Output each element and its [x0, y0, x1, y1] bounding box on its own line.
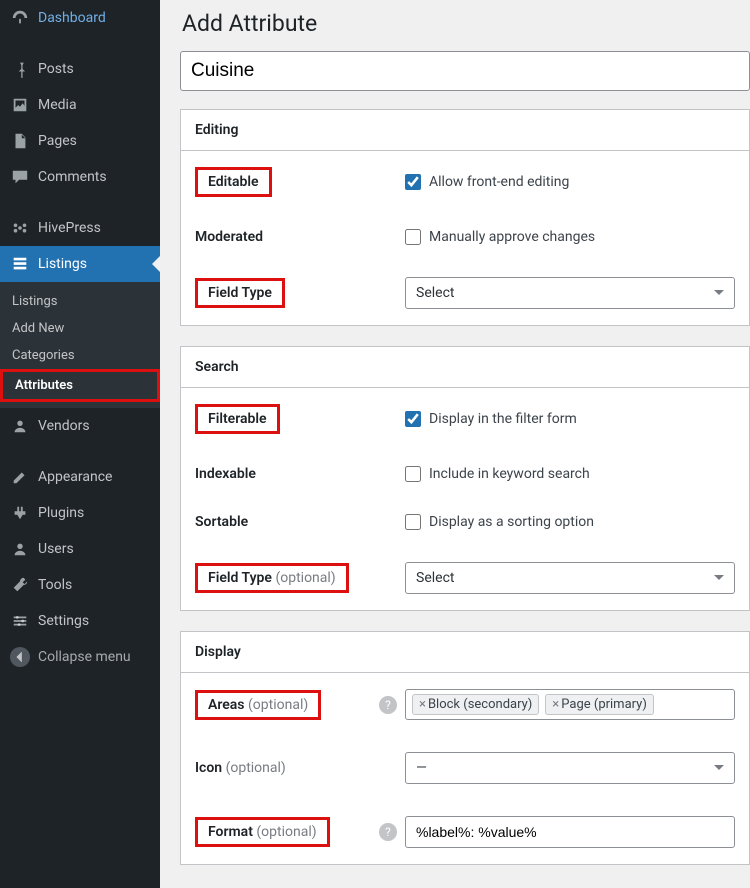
sidebar-item-label: Comments: [38, 169, 107, 185]
pages-icon: [10, 131, 30, 151]
collapse-icon: [10, 647, 30, 667]
submenu-item-add-new[interactable]: Add New: [0, 315, 160, 342]
editable-checkbox[interactable]: [405, 174, 421, 190]
display-panel-title: Display: [181, 632, 749, 673]
search-panel: Search Filterable Display in the filter …: [180, 346, 750, 611]
sidebar-item-settings[interactable]: Settings: [0, 603, 160, 639]
areas-optional: (optional): [248, 697, 308, 713]
sidebar-item-label: HivePress: [38, 220, 101, 236]
comment-icon: [10, 167, 30, 187]
sidebar-item-vendors[interactable]: Vendors: [0, 408, 160, 444]
search-fieldtype-select[interactable]: Select: [405, 562, 735, 594]
pin-icon: [10, 59, 30, 79]
sortable-label: Sortable: [195, 514, 248, 530]
search-panel-title: Search: [181, 347, 749, 388]
listings-icon: [10, 254, 30, 274]
icon-optional: (optional): [226, 760, 286, 776]
indexable-label: Indexable: [195, 466, 256, 482]
tag-remove-icon[interactable]: ×: [419, 697, 426, 712]
sidebar-item-users[interactable]: Users: [0, 531, 160, 567]
indexable-checkbox[interactable]: [405, 466, 421, 482]
format-label: Format: [208, 824, 253, 840]
main-content: Add Attribute Editing Editable Allow fro…: [160, 0, 750, 888]
filterable-checkbox-label: Display in the filter form: [429, 411, 577, 427]
sidebar-item-posts[interactable]: Posts: [0, 51, 160, 87]
tools-icon: [10, 575, 30, 595]
sidebar-item-pages[interactable]: Pages: [0, 123, 160, 159]
sidebar-item-hivepress[interactable]: HivePress: [0, 210, 160, 246]
display-panel: Display Areas (optional) ? ×Block (secon…: [180, 631, 750, 865]
media-icon: [10, 95, 30, 115]
sidebar-item-label: Tools: [38, 577, 72, 593]
sidebar-item-label: Media: [38, 97, 77, 113]
format-optional: (optional): [256, 824, 316, 840]
editing-fieldtype-label: Field Type: [208, 285, 272, 301]
submenu-item-attributes[interactable]: Attributes: [3, 372, 157, 399]
hivepress-icon: [10, 218, 30, 238]
attribute-name-input[interactable]: [180, 51, 750, 91]
filterable-label: Filterable: [208, 411, 267, 427]
plugins-icon: [10, 503, 30, 523]
sortable-checkbox[interactable]: [405, 514, 421, 530]
search-fieldtype-optional: (optional): [275, 570, 335, 586]
editing-panel-title: Editing: [181, 110, 749, 151]
dashboard-icon: [10, 8, 30, 28]
admin-sidebar: Dashboard Posts Media Pages Comments HivePres…: [0, 0, 160, 888]
tag-remove-icon[interactable]: ×: [552, 697, 559, 712]
sidebar-item-dashboard[interactable]: Dashboard: [0, 0, 160, 36]
sidebar-item-label: Settings: [38, 613, 89, 629]
sidebar-item-appearance[interactable]: Appearance: [0, 459, 160, 495]
vendors-icon: [10, 416, 30, 436]
search-fieldtype-label: Field Type: [208, 570, 272, 586]
moderated-label: Moderated: [195, 229, 263, 245]
submenu-item-categories[interactable]: Categories: [0, 342, 160, 369]
sidebar-item-label: Vendors: [38, 418, 90, 434]
users-icon: [10, 539, 30, 559]
editing-panel: Editing Editable Allow front-end editing…: [180, 109, 750, 326]
settings-icon: [10, 611, 30, 631]
area-tag[interactable]: ×Page (primary): [545, 694, 654, 715]
indexable-checkbox-label: Include in keyword search: [429, 466, 590, 482]
sidebar-item-listings[interactable]: Listings: [0, 246, 160, 282]
editable-label: Editable: [208, 174, 259, 190]
collapse-menu-label: Collapse menu: [38, 649, 131, 665]
moderated-checkbox-label: Manually approve changes: [429, 229, 595, 245]
editing-fieldtype-select[interactable]: Select: [405, 277, 735, 309]
sidebar-item-plugins[interactable]: Plugins: [0, 495, 160, 531]
sidebar-item-label: Dashboard: [38, 10, 106, 26]
collapse-menu-button[interactable]: Collapse menu: [0, 639, 160, 675]
page-title: Add Attribute: [182, 10, 750, 37]
sidebar-item-label: Plugins: [38, 505, 84, 521]
icon-select[interactable]: —: [405, 752, 735, 784]
filterable-checkbox[interactable]: [405, 411, 421, 427]
format-input[interactable]: [405, 816, 735, 848]
sidebar-item-media[interactable]: Media: [0, 87, 160, 123]
icon-label: Icon: [195, 760, 222, 776]
sortable-checkbox-label: Display as a sorting option: [429, 514, 594, 530]
sidebar-item-label: Users: [38, 541, 74, 557]
sidebar-item-label: Posts: [38, 61, 74, 77]
submenu-item-listings[interactable]: Listings: [0, 288, 160, 315]
sidebar-item-label: Appearance: [38, 469, 112, 485]
areas-label: Areas: [208, 697, 245, 713]
editable-checkbox-label: Allow front-end editing: [429, 174, 569, 190]
sidebar-item-comments[interactable]: Comments: [0, 159, 160, 195]
sidebar-item-label: Pages: [38, 133, 77, 149]
appearance-icon: [10, 467, 30, 487]
area-tag[interactable]: ×Block (secondary): [412, 694, 539, 715]
areas-tag-input[interactable]: ×Block (secondary) ×Page (primary): [405, 689, 735, 720]
sidebar-item-tools[interactable]: Tools: [0, 567, 160, 603]
moderated-checkbox[interactable]: [405, 229, 421, 245]
sidebar-item-label: Listings: [38, 256, 87, 272]
